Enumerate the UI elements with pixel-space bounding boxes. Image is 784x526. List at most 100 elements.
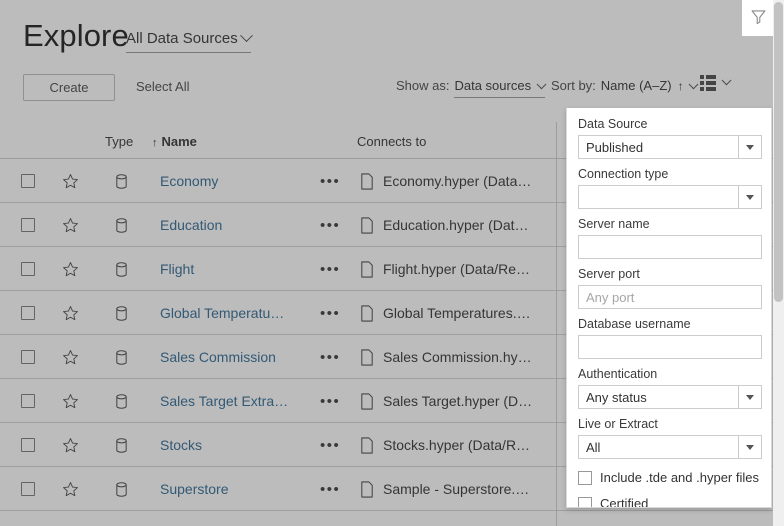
row-actions-button[interactable]: •••	[320, 423, 340, 467]
checkbox-icon[interactable]	[21, 306, 35, 320]
row-connects-to-cell: Global Temperatures.…	[360, 291, 531, 335]
column-header-type[interactable]: Type	[105, 134, 133, 149]
file-icon	[360, 173, 374, 190]
row-actions-button[interactable]: •••	[320, 159, 340, 203]
triangle-down-icon	[746, 445, 754, 450]
row-name-link[interactable]: Economy	[160, 159, 218, 203]
favorite-toggle[interactable]	[62, 423, 79, 467]
row-name-link[interactable]: Sales Commission	[160, 335, 276, 379]
filter-field-label: Live or Extract	[578, 417, 760, 431]
triangle-down-icon	[746, 145, 754, 150]
favorite-toggle[interactable]	[62, 291, 79, 335]
row-actions-button[interactable]: •••	[320, 335, 340, 379]
row-actions-button[interactable]: •••	[320, 247, 340, 291]
row-actions-button[interactable]: •••	[320, 203, 340, 247]
row-actions-button[interactable]: •••	[320, 467, 340, 511]
checkbox-icon[interactable]	[21, 394, 35, 408]
favorite-toggle[interactable]	[62, 247, 79, 291]
favorite-toggle[interactable]	[62, 379, 79, 423]
filter-select[interactable]: All	[578, 435, 762, 459]
filter-select[interactable]	[578, 185, 762, 209]
filter-select-value: All	[579, 440, 738, 455]
filter-field-label: Authentication	[578, 367, 760, 381]
sort-by-label: Sort by:	[551, 78, 596, 93]
checkbox-icon[interactable]	[578, 497, 592, 509]
row-select-checkbox-cell	[21, 247, 35, 291]
dropdown-arrow-button[interactable]	[738, 436, 761, 458]
column-header-name[interactable]: ↑ Name	[152, 134, 197, 149]
filter-button[interactable]	[742, 0, 774, 36]
checkbox-icon[interactable]	[21, 218, 35, 232]
row-type-icon-cell	[114, 159, 129, 203]
star-icon	[62, 305, 79, 322]
checkbox-icon[interactable]	[578, 471, 592, 485]
page-scrollbar-thumb[interactable]	[774, 2, 783, 302]
filter-fields: Data SourcePublishedConnection typeServe…	[578, 117, 760, 459]
show-as-control: Show as: Data sources	[396, 78, 545, 98]
file-icon	[360, 481, 374, 498]
row-select-checkbox-cell	[21, 159, 35, 203]
row-select-checkbox-cell	[21, 335, 35, 379]
row-name-link[interactable]: Global Temperatu…	[160, 291, 284, 335]
checkbox-icon[interactable]	[21, 482, 35, 496]
favorite-toggle[interactable]	[62, 335, 79, 379]
triangle-down-icon	[746, 195, 754, 200]
toolbar: Create Select All Show as: Data sources …	[0, 74, 784, 110]
row-actions-button[interactable]: •••	[320, 291, 340, 335]
dropdown-arrow-button[interactable]	[738, 186, 761, 208]
row-connects-to-text: Sales Commission.hy…	[383, 349, 532, 365]
row-actions-button[interactable]: •••	[320, 379, 340, 423]
file-icon	[360, 393, 374, 410]
row-name-link[interactable]: Education	[160, 203, 222, 247]
row-name-link[interactable]: Stocks	[160, 423, 202, 467]
row-type-icon-cell	[114, 247, 129, 291]
favorite-toggle[interactable]	[62, 159, 79, 203]
file-icon	[360, 217, 374, 234]
column-header-name-label: Name	[162, 134, 197, 149]
filter-checkbox-row[interactable]: Certified	[578, 496, 760, 508]
checkbox-icon[interactable]	[21, 174, 35, 188]
filter-text-input[interactable]	[578, 285, 762, 309]
row-name-link[interactable]: Sales Target Extra…	[160, 379, 288, 423]
more-actions-icon: •••	[320, 306, 340, 321]
favorite-toggle[interactable]	[62, 467, 79, 511]
filter-select[interactable]: Published	[578, 135, 762, 159]
row-type-icon-cell	[114, 291, 129, 335]
file-icon	[360, 437, 374, 454]
star-icon	[62, 349, 79, 366]
favorite-toggle[interactable]	[62, 203, 79, 247]
row-name-link[interactable]: Superstore	[160, 467, 228, 511]
filter-field-label: Database username	[578, 317, 760, 331]
checkbox-icon[interactable]	[21, 350, 35, 364]
dropdown-arrow-button[interactable]	[738, 136, 761, 158]
file-icon	[360, 349, 374, 366]
select-all-button[interactable]: Select All	[136, 79, 189, 94]
row-connects-to-cell: Sales Target.hyper (D…	[360, 379, 532, 423]
dropdown-arrow-button[interactable]	[738, 386, 761, 408]
row-select-checkbox-cell	[21, 203, 35, 247]
sort-by-control: Sort by: Name (A–Z) ↑	[551, 78, 697, 93]
column-header-connects-to[interactable]: Connects to	[357, 134, 426, 149]
list-view-icon	[700, 75, 716, 91]
filter-text-input[interactable]	[578, 235, 762, 259]
view-mode-toggle[interactable]	[700, 75, 730, 91]
checkbox-icon[interactable]	[21, 438, 35, 452]
row-name-link[interactable]: Flight	[160, 247, 194, 291]
checkbox-icon[interactable]	[21, 262, 35, 276]
filter-select-value: Any status	[579, 390, 738, 405]
database-cylinder-icon	[114, 437, 129, 454]
create-button[interactable]: Create	[23, 74, 115, 101]
row-connects-to-text: Flight.hyper (Data/Re…	[383, 261, 530, 277]
chevron-down-icon	[722, 76, 732, 86]
database-cylinder-icon	[114, 261, 129, 278]
star-icon	[62, 437, 79, 454]
sort-by-dropdown[interactable]: Name (A–Z) ↑	[601, 78, 697, 93]
more-actions-icon: •••	[320, 394, 340, 409]
show-as-dropdown[interactable]: Data sources	[454, 78, 545, 98]
filter-text-input[interactable]	[578, 335, 762, 359]
row-connects-to-cell: Flight.hyper (Data/Re…	[360, 247, 530, 291]
filter-select[interactable]: Any status	[578, 385, 762, 409]
row-connects-to-cell: Education.hyper (Dat…	[360, 203, 529, 247]
datasource-selector-dropdown[interactable]: All Data Sources	[126, 30, 251, 53]
filter-checkbox-row[interactable]: Include .tde and .hyper files	[578, 470, 760, 485]
